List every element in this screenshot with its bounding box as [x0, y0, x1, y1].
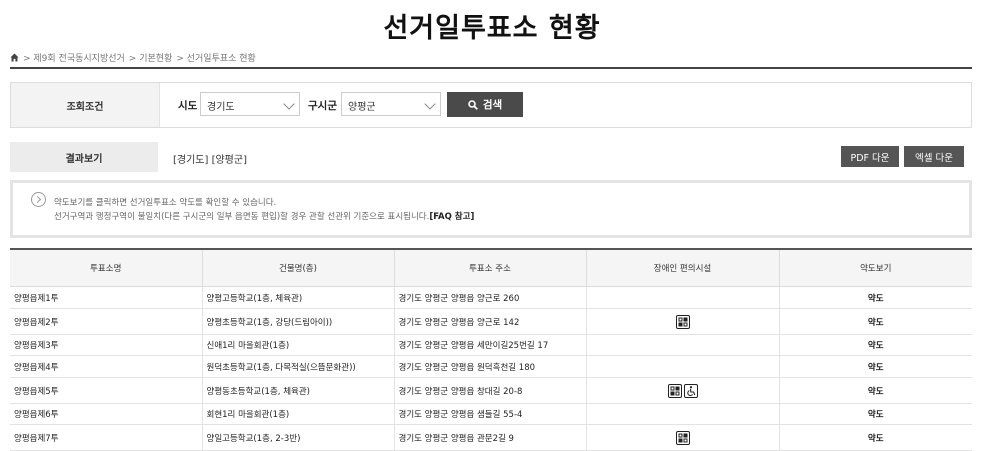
breadcrumb-item-basic[interactable]: > 기본현황	[129, 51, 173, 64]
facility-cell	[586, 403, 780, 425]
table-row: 양평읍제2투 양평초등학교(1층, 강당(드림아이)) 경기도 양평군 양평읍 양근…	[10, 308, 972, 335]
header-station-name: 투표소명	[10, 249, 203, 287]
sigungu-label: 구시군	[308, 100, 337, 112]
map-link[interactable]: 약도	[779, 334, 972, 356]
building-name: 양일고등학교(1층, 2-3반)	[202, 424, 395, 451]
map-link[interactable]: 약도	[779, 286, 972, 309]
station-address: 경기도 양평군 양평읍 양근로 260	[394, 286, 587, 309]
chevron-right-circle-icon	[31, 192, 46, 207]
sigungu-select-value: 양평군	[348, 102, 376, 113]
station-name: 양평읍제5투	[10, 377, 203, 404]
elevator-icon	[667, 383, 683, 398]
header-map: 약도보기	[779, 249, 972, 287]
building-name: 회현1리 마을회관(1층)	[202, 403, 395, 425]
faq-link[interactable]: [FAQ 참고]	[429, 212, 474, 222]
building-name: 양평초등학교(1층, 강당(드림아이))	[202, 308, 395, 335]
map-link[interactable]: 약도	[779, 355, 972, 378]
building-name: 양평고등학교(1층, 체육관)	[202, 286, 395, 309]
page-title: 선거일투표소 현황	[383, 13, 601, 44]
wheelchair-icon	[683, 383, 699, 398]
table-row: 양평읍제4투 원덕초등학교(1층, 다목적실(으뜸문화관)) 경기도 양평군 양평읍…	[10, 355, 972, 378]
station-name: 양평읍제3투	[10, 334, 203, 356]
table-row: 양평읍제6투 회현1리 마을회관(1층) 경기도 양평군 양평읍 샘들길 55-4 약…	[10, 403, 972, 425]
polling-station-table: 투표소명 건물명(층) 투표소 주소 장애인 편의시설 약도보기 양평읍제1투 양…	[10, 248, 972, 451]
map-link[interactable]: 약도	[779, 403, 972, 425]
table-row: 양평읍제7투 양일고등학교(1층, 2-3반) 경기도 양평군 양평읍 관문2길 9…	[10, 424, 972, 451]
notice-line-2-text: 선거구역과 행정구역이 불일치(다른 구시군의 일부 읍면동 편입)할 경우 관…	[54, 212, 430, 222]
search-button[interactable]: 검색	[447, 92, 523, 117]
search-panel: 조회조건 시도 경기도 구시군 양평군 검색	[10, 82, 972, 128]
search-condition-label: 조회조건	[11, 83, 160, 127]
map-link[interactable]: 약도	[779, 424, 972, 451]
chevron-down-icon	[424, 98, 436, 110]
notice-line-2: 선거구역과 행정구역이 불일치(다른 구시군의 일부 읍면동 편입)할 경우 관…	[54, 210, 474, 222]
building-name: 원덕초등학교(1층, 다목적실(으뜸문화관))	[202, 355, 395, 378]
result-bar: 결과보기 [경기도] [양평군] PDF 다운 엑셀 다운	[10, 142, 972, 172]
station-address: 경기도 양평군 양평읍 관문2길 9	[394, 424, 587, 451]
elevator-icon	[675, 430, 691, 445]
notice-box: 약도보기를 클릭하면 선거일투표소 약도를 확인할 수 있습니다. 선거구역과 …	[10, 180, 972, 238]
map-link[interactable]: 약도	[779, 308, 972, 335]
station-address: 경기도 양평군 양평읍 양근로 142	[394, 308, 587, 335]
station-address: 경기도 양평군 양평읍 원덕흑천길 180	[394, 355, 587, 378]
station-name: 양평읍제1투	[10, 286, 203, 309]
breadcrumb-item-election[interactable]: > 제9회 전국동시지방선거	[23, 51, 125, 64]
sigungu-select[interactable]: 양평군	[341, 92, 441, 116]
search-button-label: 검색	[482, 99, 503, 111]
station-name: 양평읍제2투	[10, 308, 203, 335]
table-row: 양평읍제3투 신애1리 마을회관(1층) 경기도 양평군 양평읍 세만이길25번길 …	[10, 334, 972, 356]
station-name: 양평읍제7투	[10, 424, 203, 451]
excel-download-button[interactable]: 엑셀 다운	[904, 146, 964, 167]
building-name: 신애1리 마을회관(1층)	[202, 334, 395, 356]
table-row: 양평읍제5투 양평동초등학교(1층, 체육관) 경기도 양평군 양평읍 창대길 20…	[10, 377, 972, 404]
header-building: 건물명(층)	[202, 249, 395, 287]
result-value: [경기도] [양평군]	[173, 155, 247, 166]
notice-line-1: 약도보기를 클릭하면 선거일투표소 약도를 확인할 수 있습니다.	[54, 198, 277, 208]
breadcrumb: > 제9회 전국동시지방선거 > 기본현황 > 선거일투표소 현황	[10, 51, 260, 64]
station-address: 경기도 양평군 양평읍 세만이길25번길 17	[394, 334, 587, 356]
chevron-down-icon	[283, 98, 295, 110]
header-facilities: 장애인 편의시설	[586, 249, 780, 287]
sido-select-value: 경기도	[207, 102, 235, 113]
station-name: 양평읍제4투	[10, 355, 203, 378]
facility-cell	[586, 286, 780, 309]
pdf-download-button[interactable]: PDF 다운	[841, 146, 899, 167]
facility-cell	[586, 334, 780, 356]
facility-cell	[586, 308, 780, 335]
table-row: 양평읍제1투 양평고등학교(1층, 체육관) 경기도 양평군 양평읍 양근로 260…	[10, 286, 972, 309]
elevator-icon	[675, 314, 691, 329]
table-header-row: 투표소명 건물명(층) 투표소 주소 장애인 편의시설 약도보기	[10, 249, 972, 287]
search-icon	[468, 99, 478, 110]
home-icon[interactable]	[10, 53, 19, 62]
map-link[interactable]: 약도	[779, 377, 972, 404]
header-address: 투표소 주소	[394, 249, 587, 287]
station-address: 경기도 양평군 양평읍 창대길 20-8	[394, 377, 587, 404]
facility-cell	[586, 377, 780, 404]
sido-select[interactable]: 경기도	[200, 92, 300, 116]
building-name: 양평동초등학교(1층, 체육관)	[202, 377, 395, 404]
facility-cell	[586, 424, 780, 451]
station-address: 경기도 양평군 양평읍 샘들길 55-4	[394, 403, 587, 425]
station-name: 양평읍제6투	[10, 403, 203, 425]
title-divider	[10, 67, 972, 69]
facility-cell	[586, 355, 780, 378]
sido-label: 시도	[178, 100, 198, 112]
result-label: 결과보기	[10, 142, 158, 172]
breadcrumb-item-current: > 선거일투표소 현황	[176, 54, 256, 64]
